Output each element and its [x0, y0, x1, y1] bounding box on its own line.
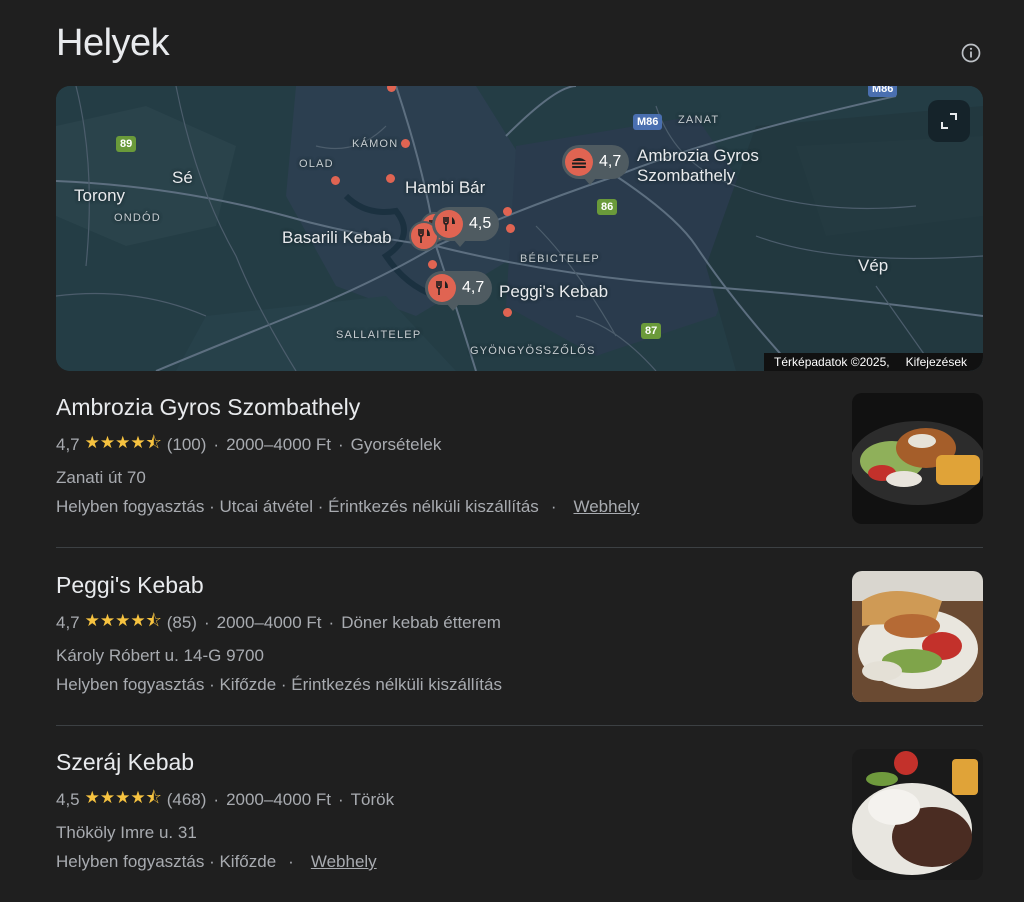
gyros-plate-image — [852, 393, 983, 524]
result-divider — [56, 725, 983, 726]
services: Helyben fogyasztás · Kifőzde · Érintkezé… — [56, 675, 502, 694]
doner-plate-image — [852, 749, 983, 880]
poi-dot[interactable] — [503, 207, 512, 216]
review-count[interactable]: (468) — [167, 790, 207, 810]
rating-value: 4,7 — [56, 434, 80, 454]
result-thumbnail[interactable] — [852, 749, 983, 880]
rating-value: 4,7 — [56, 612, 80, 632]
road-m86-shield: M86 — [633, 114, 663, 130]
poi-dot[interactable] — [331, 176, 340, 185]
fork-knife-icon — [436, 281, 448, 295]
website-link[interactable]: Webhely — [573, 497, 639, 517]
map-pin-hambi-bar[interactable]: 4,5 — [432, 207, 500, 247]
poi-dot[interactable] — [401, 139, 410, 148]
result-name[interactable]: Ambrozia Gyros Szombathely — [56, 394, 983, 421]
map-label-ondod: ONDÓD — [114, 212, 161, 224]
address: Károly Róbert u. 14-G 9700 — [56, 646, 264, 665]
result-item[interactable]: Ambrozia Gyros Szombathely 4,7 ★★★★⯪ (10… — [56, 394, 983, 517]
road-m86-shield-2: M86 — [868, 86, 898, 97]
result-rating-line: 4,5 ★★★★⯪ (468) · 2000–4000 Ft · Török — [56, 785, 983, 814]
page-title: Helyek — [56, 22, 170, 64]
map-pin-ambrozia-gyros[interactable]: 4,7 — [562, 145, 630, 185]
map-label-peggis-kebab: Peggi's Kebab — [499, 282, 609, 301]
map-terms-link[interactable]: Kifejezések — [906, 355, 967, 369]
rating-value: 4,5 — [56, 789, 80, 809]
pin-rating: 4,5 — [469, 215, 492, 232]
star-rating-icon: ★★★★⯪ — [84, 433, 162, 452]
category: Döner kebab étterem — [341, 612, 501, 632]
poi-dot[interactable] — [428, 260, 437, 269]
map-attribution: Térképadatok ©2025, Kifejezések — [764, 353, 983, 371]
poi-dot[interactable] — [503, 308, 512, 317]
map-label-vep: Vép — [858, 256, 889, 275]
map-label-torony: Torony — [74, 186, 126, 205]
map-label-basarili-kebab: Basarili Kebab — [282, 228, 392, 247]
pin-rating: 4,7 — [599, 153, 622, 170]
result-name[interactable]: Peggi's Kebab — [56, 572, 983, 599]
map-pin-peggis-kebab[interactable]: 4,7 — [425, 271, 493, 311]
poi-dot[interactable] — [386, 174, 395, 183]
review-count[interactable]: (100) — [167, 435, 207, 455]
pin-icon — [565, 148, 593, 176]
address: Thököly Imre u. 31 — [56, 823, 197, 842]
price-range: 2000–4000 Ft — [216, 612, 322, 632]
kebab-plate-image — [852, 571, 983, 702]
map-label-gyongyosszolos: GYÖNGYÖSSZŐLŐS — [470, 345, 596, 357]
road-86-shield: 86 — [597, 199, 618, 215]
services-line: Helyben fogyasztás · Utcai átvétel · Éri… — [56, 497, 640, 517]
result-rating-line: 4,7 ★★★★⯪ (85) · 2000–4000 Ft · Döner ke… — [56, 608, 983, 637]
fastfood-icon — [572, 158, 586, 168]
expand-map-button[interactable] — [928, 100, 970, 142]
result-thumbnail[interactable] — [852, 571, 983, 702]
map-label-hambi-bar: Hambi Bár — [405, 178, 486, 197]
map-label-sallaitelep: SALLAITELEP — [336, 329, 422, 341]
price-range: 2000–4000 Ft — [226, 434, 331, 454]
map-label-kamon: KÁMON — [352, 138, 399, 150]
star-rating-icon: ★★★★⯪ — [84, 611, 162, 630]
fork-knife-icon — [418, 229, 430, 243]
poi-dot[interactable] — [506, 224, 515, 233]
pin-icon — [428, 274, 456, 302]
map[interactable]: 89 M86 86 87 M86 Torony Sé ONDÓD KÁMON O… — [56, 86, 983, 371]
star-rating-icon: ★★★★⯪ — [84, 788, 162, 807]
map-data-attribution[interactable]: Térképadatok ©2025, — [774, 355, 890, 369]
map-label-se: Sé — [172, 168, 193, 187]
result-item[interactable]: Szeráj Kebab 4,5 ★★★★⯪ (468) · 2000–4000… — [56, 749, 983, 872]
address: Zanati út 70 — [56, 468, 146, 487]
result-name[interactable]: Szeráj Kebab — [56, 749, 983, 776]
review-count[interactable]: (85) — [167, 613, 197, 633]
result-divider — [56, 547, 983, 548]
category: Török — [350, 789, 395, 809]
pin-icon — [435, 210, 463, 238]
map-label-ambrozia-gyros: Ambrozia Gyros Szombathely — [637, 146, 759, 185]
result-rating-line: 4,7 ★★★★⯪ (100) · 2000–4000 Ft · Gyorsét… — [56, 430, 983, 459]
price-range: 2000–4000 Ft — [226, 789, 331, 809]
services-line: Helyben fogyasztás · Kifőzde · Webhely — [56, 852, 377, 872]
pin-rating: 4,7 — [462, 279, 485, 296]
services-line: Helyben fogyasztás · Kifőzde · Érintkezé… — [56, 675, 983, 695]
services: Helyben fogyasztás · Utcai átvétel · Éri… — [56, 497, 539, 516]
website-link[interactable]: Webhely — [311, 852, 377, 872]
result-thumbnail[interactable] — [852, 393, 983, 524]
info-icon[interactable] — [960, 42, 982, 64]
map-label-bebictelep: BÉBICTELEP — [520, 253, 600, 265]
services: Helyben fogyasztás · Kifőzde — [56, 852, 277, 871]
road-89-shield: 89 — [116, 136, 137, 152]
category: Gyorsételek — [350, 434, 442, 454]
road-87-shield: 87 — [641, 323, 662, 339]
map-label-olad: OLAD — [299, 158, 334, 170]
fork-knife-icon — [443, 217, 455, 231]
map-background — [56, 86, 983, 371]
result-item[interactable]: Peggi's Kebab 4,7 ★★★★⯪ (85) · 2000–4000… — [56, 572, 983, 695]
map-label-zanat: ZANAT — [678, 114, 720, 126]
expand-icon — [941, 113, 957, 129]
